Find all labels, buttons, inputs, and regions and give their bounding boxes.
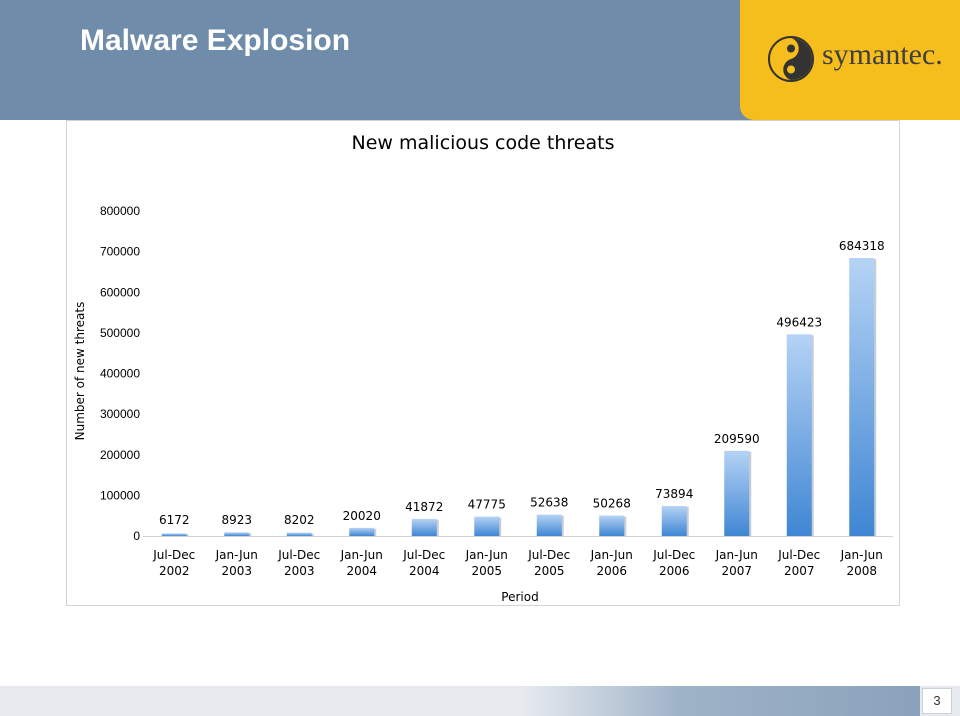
x-tick-label: Jan-Jun [715, 548, 758, 562]
data-label: 73894 [655, 487, 693, 501]
bar-chart: New malicious code threats Number of new… [73, 132, 893, 604]
y-axis-label: Number of new threats [73, 302, 87, 441]
y-tick-label: 800000 [100, 204, 140, 218]
bar [661, 505, 687, 536]
x-tick-label: Jul-Dec [777, 548, 820, 562]
y-tick-label: 500000 [100, 326, 140, 340]
chart-frame: New malicious code threats Number of new… [66, 120, 900, 606]
x-tick-label: 2004 [409, 564, 440, 578]
x-tick-label: Jul-Dec [527, 548, 570, 562]
bar [349, 527, 375, 536]
x-tick-label: 2007 [721, 564, 752, 578]
x-tick-label: Jan-Jun [840, 548, 883, 562]
logo-text: symantec. [822, 38, 943, 71]
bar [849, 257, 875, 536]
x-tick-label: 2006 [659, 564, 690, 578]
x-tick-label: Jan-Jun [590, 548, 633, 562]
x-tick-label: 2004 [346, 564, 377, 578]
bar [599, 515, 625, 536]
x-tick-label: 2005 [534, 564, 565, 578]
data-label: 52638 [530, 496, 568, 510]
y-tick-label: 400000 [100, 367, 140, 381]
symantec-swirl-icon [768, 36, 814, 82]
y-tick-label: 700000 [100, 245, 140, 259]
x-tick-label: 2008 [846, 564, 877, 578]
data-label: 684318 [839, 239, 885, 253]
y-tick-label: 100000 [100, 488, 140, 502]
x-tick-label: Jul-Dec [277, 548, 320, 562]
bar [224, 532, 250, 536]
x-tick-label: Jan-Jun [340, 548, 383, 562]
symantec-logo: symantec. [740, 0, 960, 120]
data-label: 41872 [405, 500, 443, 514]
x-tick-label: 2006 [596, 564, 627, 578]
x-tick-label: 2002 [159, 564, 190, 578]
data-label: 6172 [159, 513, 190, 527]
y-tick-label: 0 [133, 529, 140, 543]
data-label: 50268 [593, 497, 631, 511]
bar [161, 533, 187, 536]
y-tick-label: 200000 [100, 448, 140, 462]
x-tick-label: Jan-Jun [465, 548, 508, 562]
x-tick-label: 2005 [471, 564, 502, 578]
bar [411, 518, 437, 536]
x-tick-label: Jan-Jun [215, 548, 258, 562]
page-number: 3 [922, 688, 952, 714]
y-tick-label: 300000 [100, 407, 140, 421]
x-tick-label: 2007 [784, 564, 815, 578]
chart-title: New malicious code threats [352, 132, 615, 154]
x-tick-label: 2003 [284, 564, 315, 578]
bar [286, 532, 312, 536]
y-tick-label: 600000 [100, 285, 140, 299]
data-label: 8923 [221, 513, 252, 527]
data-label: 20020 [343, 509, 381, 523]
bar [474, 516, 500, 536]
footer-accent [520, 686, 920, 716]
data-label: 8202 [284, 513, 315, 527]
data-label: 496423 [776, 315, 822, 329]
x-tick-label: Jul-Dec [402, 548, 445, 562]
bar [786, 334, 812, 536]
x-tick-label: 2003 [221, 564, 252, 578]
x-tick-label: Jul-Dec [152, 548, 195, 562]
x-tick-label: Jul-Dec [652, 548, 695, 562]
data-label: 209590 [714, 432, 760, 446]
bar [536, 514, 562, 536]
slide-title: Malware Explosion [80, 24, 351, 57]
data-label: 47775 [468, 498, 506, 512]
bar [724, 450, 750, 536]
x-axis-label: Period [501, 590, 538, 604]
